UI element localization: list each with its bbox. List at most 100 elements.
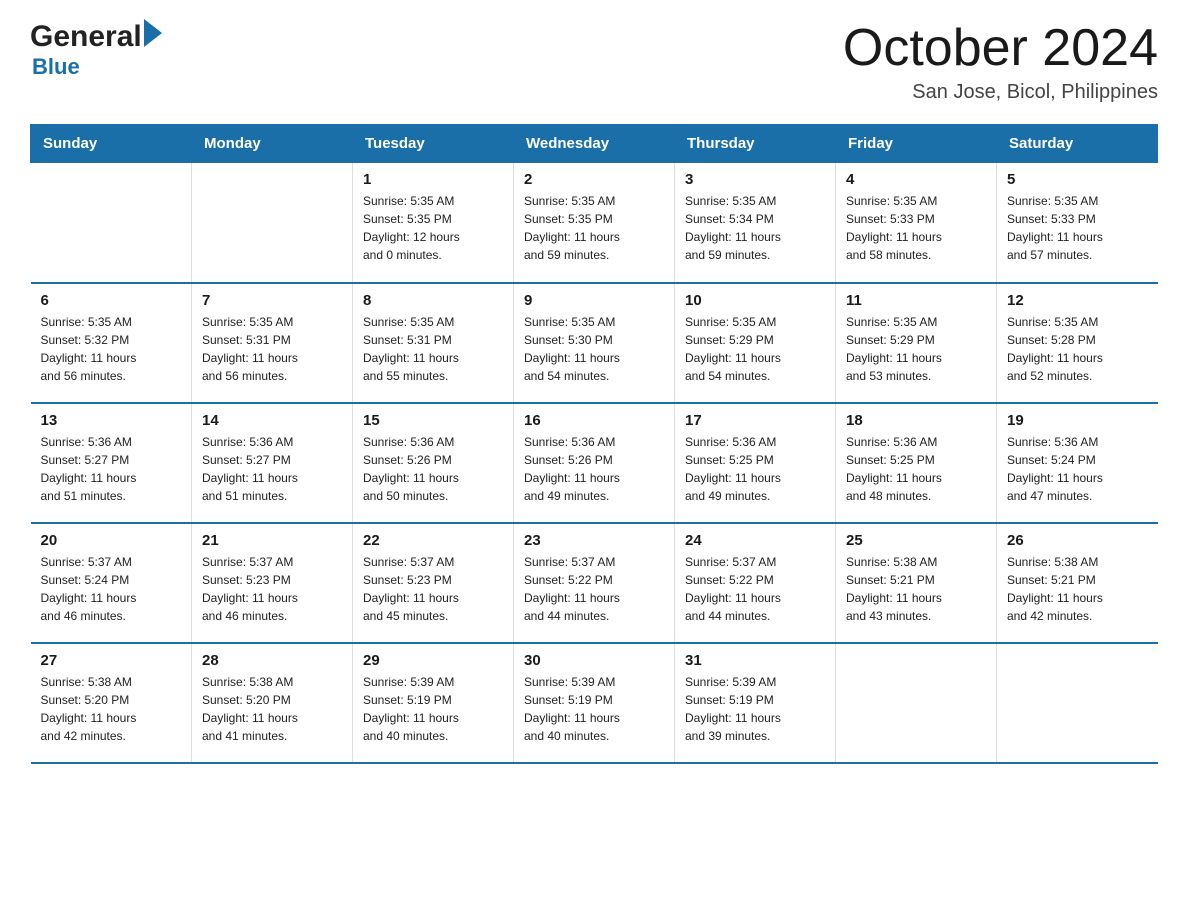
month-year-title: October 2024: [843, 20, 1158, 77]
day-info: Sunrise: 5:37 AM Sunset: 5:23 PM Dayligh…: [202, 553, 342, 625]
calendar-cell: [836, 643, 997, 763]
title-block: October 2024 San Jose, Bicol, Philippine…: [843, 20, 1158, 104]
day-info: Sunrise: 5:35 AM Sunset: 5:32 PM Dayligh…: [41, 313, 182, 385]
calendar-cell: 26Sunrise: 5:38 AM Sunset: 5:21 PM Dayli…: [997, 523, 1158, 643]
day-number: 13: [41, 412, 182, 429]
calendar-cell: 25Sunrise: 5:38 AM Sunset: 5:21 PM Dayli…: [836, 523, 997, 643]
day-info: Sunrise: 5:35 AM Sunset: 5:33 PM Dayligh…: [1007, 192, 1148, 264]
column-header-tuesday: Tuesday: [353, 125, 514, 163]
day-info: Sunrise: 5:35 AM Sunset: 5:31 PM Dayligh…: [202, 313, 342, 385]
day-number: 11: [846, 292, 986, 309]
day-number: 30: [524, 652, 664, 669]
day-number: 28: [202, 652, 342, 669]
day-number: 15: [363, 412, 503, 429]
day-number: 24: [685, 532, 825, 549]
day-info: Sunrise: 5:35 AM Sunset: 5:35 PM Dayligh…: [524, 192, 664, 264]
column-header-wednesday: Wednesday: [514, 125, 675, 163]
day-info: Sunrise: 5:37 AM Sunset: 5:23 PM Dayligh…: [363, 553, 503, 625]
calendar-cell: 3Sunrise: 5:35 AM Sunset: 5:34 PM Daylig…: [675, 163, 836, 283]
day-info: Sunrise: 5:36 AM Sunset: 5:25 PM Dayligh…: [846, 433, 986, 505]
calendar-cell: 22 Sunrise: 5:37 AM Sunset: 5:23 PM Dayli…: [353, 523, 514, 643]
day-number: 7: [202, 292, 342, 309]
day-number: 18: [846, 412, 986, 429]
day-number: 4: [846, 171, 986, 188]
day-number: 2: [524, 171, 664, 188]
day-info: Sunrise: 5:36 AM Sunset: 5:26 PM Dayligh…: [524, 433, 664, 505]
calendar-week-row: 13 Sunrise: 5:36 AM Sunset: 5:27 PM Dayli…: [31, 403, 1158, 523]
calendar-cell: 20Sunrise: 5:37 AM Sunset: 5:24 PM Dayli…: [31, 523, 192, 643]
calendar-cell: 12 Sunrise: 5:35 AM Sunset: 5:28 PM Dayli…: [997, 283, 1158, 403]
day-number: 22: [363, 532, 503, 549]
calendar-week-row: 6 Sunrise: 5:35 AM Sunset: 5:32 PM Daylig…: [31, 283, 1158, 403]
calendar-cell: 28 Sunrise: 5:38 AM Sunset: 5:20 PM Dayli…: [192, 643, 353, 763]
day-info: Sunrise: 5:37 AM Sunset: 5:22 PM Dayligh…: [685, 553, 825, 625]
calendar-cell: [31, 163, 192, 283]
day-number: 3: [685, 171, 825, 188]
logo-blue-text: Blue: [32, 54, 162, 80]
calendar-week-row: 27 Sunrise: 5:38 AM Sunset: 5:20 PM Dayli…: [31, 643, 1158, 763]
day-number: 8: [363, 292, 503, 309]
day-info: Sunrise: 5:37 AM Sunset: 5:22 PM Dayligh…: [524, 553, 664, 625]
day-number: 6: [41, 292, 182, 309]
calendar-cell: 30Sunrise: 5:39 AM Sunset: 5:19 PM Dayli…: [514, 643, 675, 763]
day-info: Sunrise: 5:38 AM Sunset: 5:20 PM Dayligh…: [202, 673, 342, 745]
day-info: Sunrise: 5:39 AM Sunset: 5:19 PM Dayligh…: [363, 673, 503, 745]
day-info: Sunrise: 5:35 AM Sunset: 5:30 PM Dayligh…: [524, 313, 664, 385]
page-header: General Blue October 2024 San Jose, Bico…: [30, 20, 1158, 104]
day-info: Sunrise: 5:36 AM Sunset: 5:27 PM Dayligh…: [202, 433, 342, 505]
day-number: 31: [685, 652, 825, 669]
day-number: 29: [363, 652, 503, 669]
calendar-cell: 19 Sunrise: 5:36 AM Sunset: 5:24 PM Dayli…: [997, 403, 1158, 523]
calendar-header-row: SundayMondayTuesdayWednesdayThursdayFrid…: [31, 125, 1158, 163]
day-number: 19: [1007, 412, 1148, 429]
logo: General Blue: [30, 20, 162, 80]
day-number: 16: [524, 412, 664, 429]
calendar-cell: 23 Sunrise: 5:37 AM Sunset: 5:22 PM Dayli…: [514, 523, 675, 643]
calendar-week-row: 1 Sunrise: 5:35 AM Sunset: 5:35 PM Daylig…: [31, 163, 1158, 283]
day-info: Sunrise: 5:35 AM Sunset: 5:29 PM Dayligh…: [846, 313, 986, 385]
day-info: Sunrise: 5:38 AM Sunset: 5:21 PM Dayligh…: [1007, 553, 1148, 625]
day-number: 10: [685, 292, 825, 309]
column-header-thursday: Thursday: [675, 125, 836, 163]
day-info: Sunrise: 5:36 AM Sunset: 5:27 PM Dayligh…: [41, 433, 182, 505]
day-info: Sunrise: 5:38 AM Sunset: 5:20 PM Dayligh…: [41, 673, 182, 745]
calendar-cell: 9 Sunrise: 5:35 AM Sunset: 5:30 PM Daylig…: [514, 283, 675, 403]
calendar-cell: 17Sunrise: 5:36 AM Sunset: 5:25 PM Dayli…: [675, 403, 836, 523]
calendar-cell: 6 Sunrise: 5:35 AM Sunset: 5:32 PM Daylig…: [31, 283, 192, 403]
day-number: 14: [202, 412, 342, 429]
calendar-cell: 21Sunrise: 5:37 AM Sunset: 5:23 PM Dayli…: [192, 523, 353, 643]
column-header-friday: Friday: [836, 125, 997, 163]
column-header-saturday: Saturday: [997, 125, 1158, 163]
calendar-cell: 13 Sunrise: 5:36 AM Sunset: 5:27 PM Dayli…: [31, 403, 192, 523]
calendar-cell: 18 Sunrise: 5:36 AM Sunset: 5:25 PM Dayli…: [836, 403, 997, 523]
calendar-cell: 8 Sunrise: 5:35 AM Sunset: 5:31 PM Daylig…: [353, 283, 514, 403]
calendar-cell: 10 Sunrise: 5:35 AM Sunset: 5:29 PM Dayli…: [675, 283, 836, 403]
day-info: Sunrise: 5:35 AM Sunset: 5:29 PM Dayligh…: [685, 313, 825, 385]
day-info: Sunrise: 5:37 AM Sunset: 5:24 PM Dayligh…: [41, 553, 182, 625]
day-number: 9: [524, 292, 664, 309]
day-info: Sunrise: 5:35 AM Sunset: 5:28 PM Dayligh…: [1007, 313, 1148, 385]
calendar-table: SundayMondayTuesdayWednesdayThursdayFrid…: [30, 124, 1158, 764]
column-header-monday: Monday: [192, 125, 353, 163]
day-info: Sunrise: 5:35 AM Sunset: 5:35 PM Dayligh…: [363, 192, 503, 264]
day-info: Sunrise: 5:35 AM Sunset: 5:33 PM Dayligh…: [846, 192, 986, 264]
day-info: Sunrise: 5:35 AM Sunset: 5:31 PM Dayligh…: [363, 313, 503, 385]
day-number: 1: [363, 171, 503, 188]
day-info: Sunrise: 5:39 AM Sunset: 5:19 PM Dayligh…: [685, 673, 825, 745]
calendar-cell: [192, 163, 353, 283]
calendar-cell: 27 Sunrise: 5:38 AM Sunset: 5:20 PM Dayli…: [31, 643, 192, 763]
logo-arrow-icon: [144, 19, 162, 47]
column-header-sunday: Sunday: [31, 125, 192, 163]
location-subtitle: San Jose, Bicol, Philippines: [843, 81, 1158, 104]
calendar-cell: [997, 643, 1158, 763]
calendar-cell: 29 Sunrise: 5:39 AM Sunset: 5:19 PM Dayli…: [353, 643, 514, 763]
day-number: 12: [1007, 292, 1148, 309]
calendar-week-row: 20Sunrise: 5:37 AM Sunset: 5:24 PM Dayli…: [31, 523, 1158, 643]
day-number: 25: [846, 532, 986, 549]
day-number: 23: [524, 532, 664, 549]
day-info: Sunrise: 5:36 AM Sunset: 5:24 PM Dayligh…: [1007, 433, 1148, 505]
day-info: Sunrise: 5:36 AM Sunset: 5:26 PM Dayligh…: [363, 433, 503, 505]
day-number: 27: [41, 652, 182, 669]
calendar-cell: 2 Sunrise: 5:35 AM Sunset: 5:35 PM Daylig…: [514, 163, 675, 283]
calendar-cell: 1 Sunrise: 5:35 AM Sunset: 5:35 PM Daylig…: [353, 163, 514, 283]
